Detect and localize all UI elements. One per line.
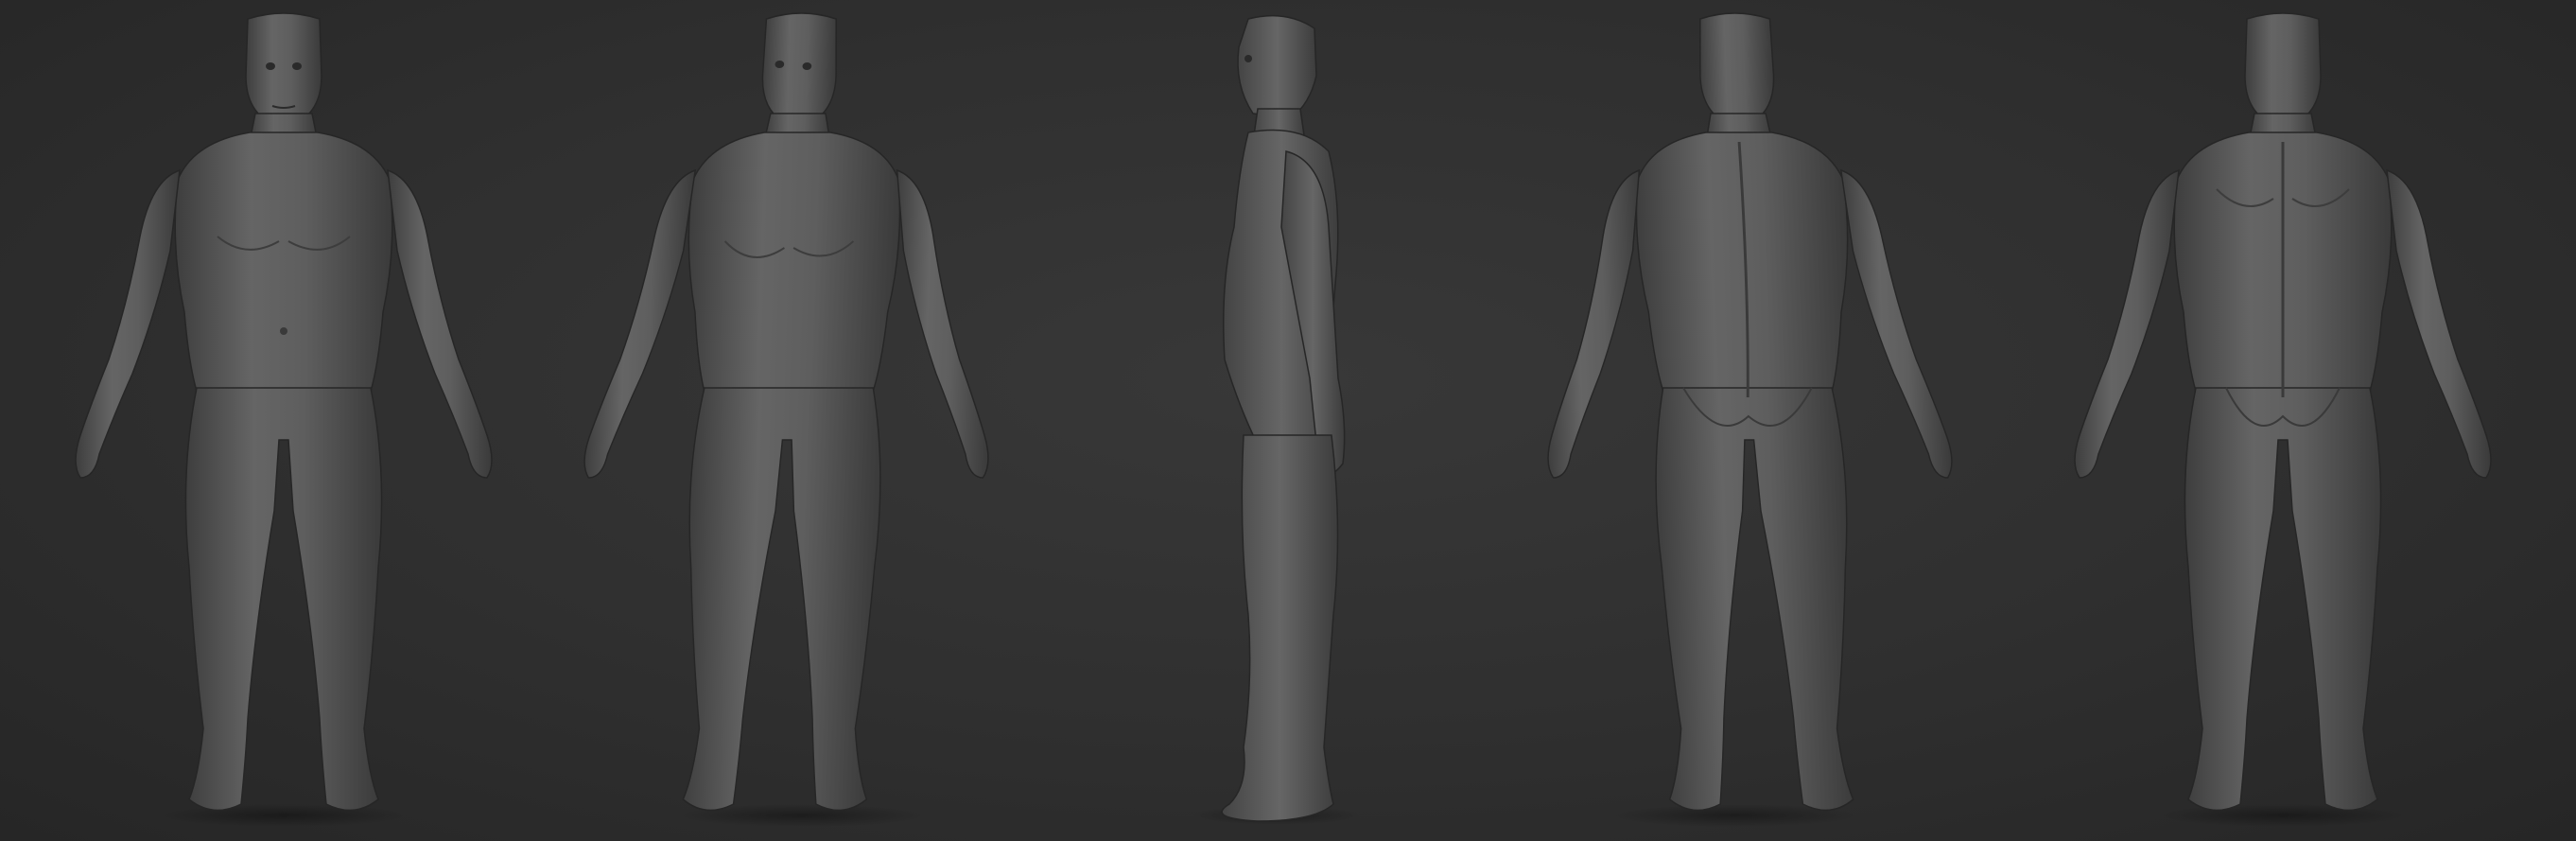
figure-front-icon — [75, 12, 493, 812]
sculpt-viewport[interactable] — [0, 0, 2576, 841]
turnaround-views — [75, 12, 2492, 827]
figure-back-three-quarter-icon — [1532, 12, 1965, 812]
figure-back-icon — [2074, 12, 2492, 812]
figure-three-quarter-icon — [571, 12, 1004, 812]
figure-side-icon — [1221, 14, 1346, 822]
